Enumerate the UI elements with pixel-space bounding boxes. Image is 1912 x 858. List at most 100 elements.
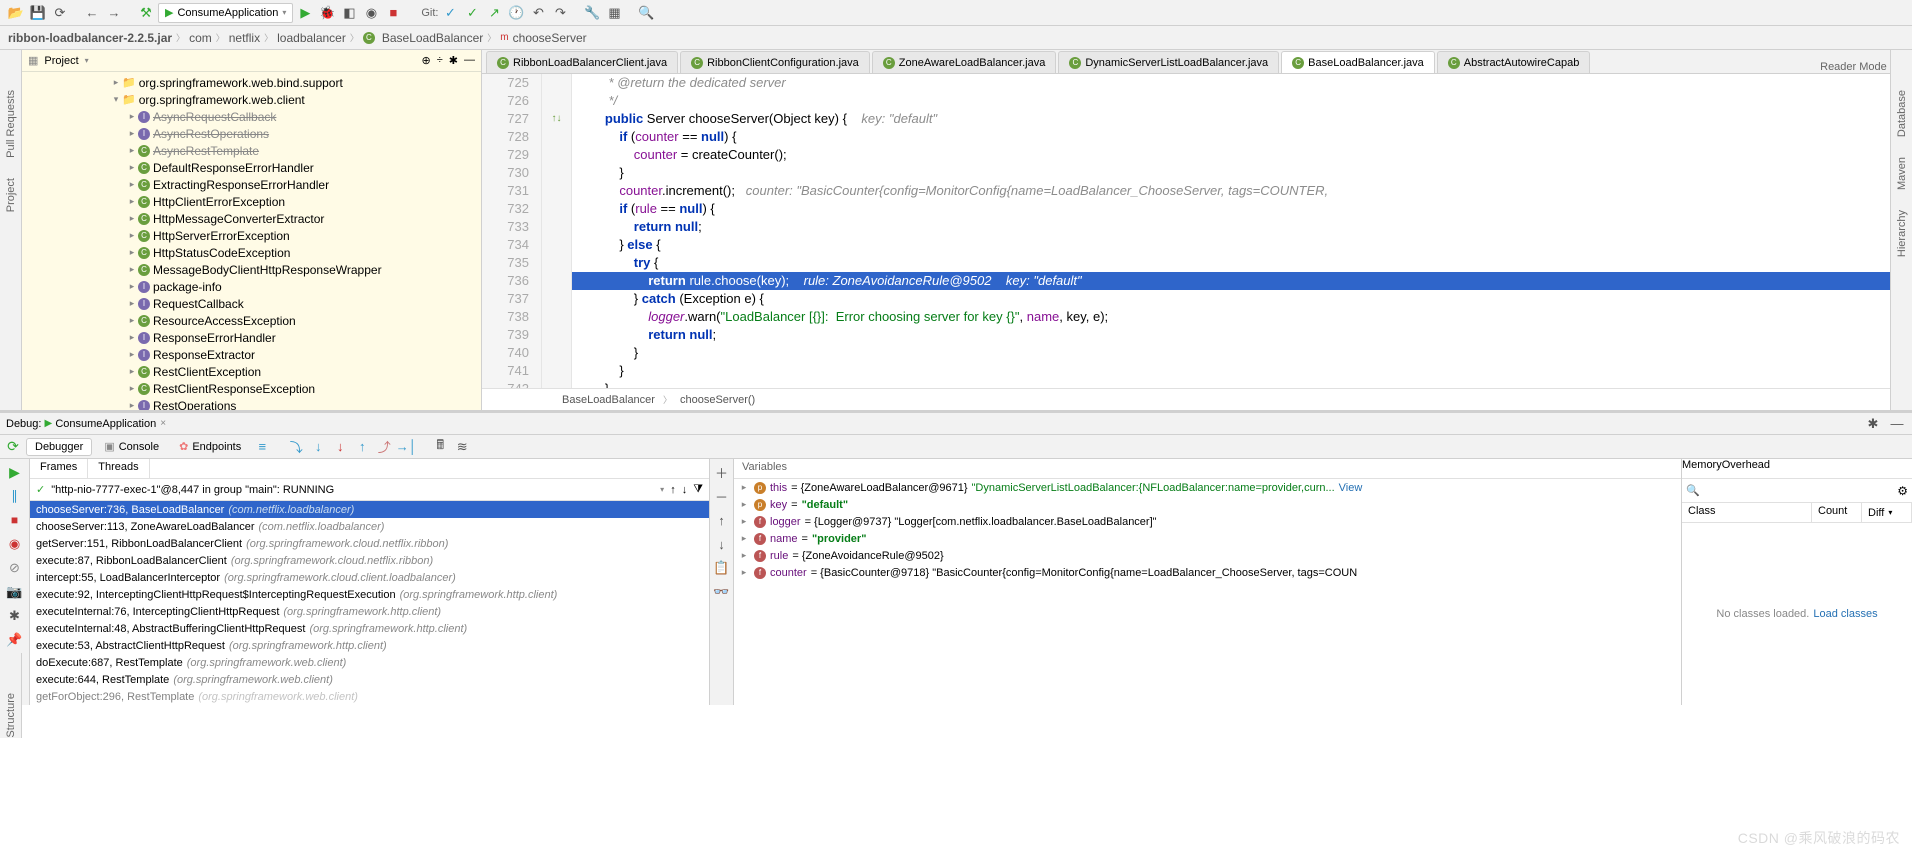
up-watch-icon[interactable]: ↑ — [713, 511, 731, 529]
project-collapse-icon[interactable]: ÷ — [437, 54, 443, 67]
tab-memory[interactable]: Memory — [1682, 459, 1722, 478]
variable-row[interactable]: ▸f name = "provider" — [734, 530, 1681, 547]
frames-list[interactable]: chooseServer:736, BaseLoadBalancer(com.n… — [30, 501, 709, 705]
subtab-frames[interactable]: Frames — [30, 459, 88, 478]
bc-3[interactable]: loadbalancer — [277, 31, 346, 45]
debug-settings-icon[interactable]: ✱ — [1864, 415, 1882, 433]
frame-row[interactable]: execute:644, RestTemplate(org.springfram… — [30, 671, 709, 688]
run-icon[interactable]: ▶ — [295, 3, 315, 23]
copy-watch-icon[interactable]: 📋 — [713, 559, 731, 577]
editor-tab[interactable]: CRibbonClientConfiguration.java — [680, 51, 870, 73]
tab-debugger[interactable]: Debugger — [26, 438, 92, 456]
project-settings-icon[interactable]: ✱ — [449, 54, 458, 67]
frame-row[interactable]: doExecute:687, RestTemplate(org.springfr… — [30, 654, 709, 671]
variable-row[interactable]: ▸f counter = {BasicCounter@9718} "BasicC… — [734, 564, 1681, 581]
show-watches-icon[interactable]: 👓 — [713, 583, 731, 601]
chevron-down-icon[interactable]: ▾ — [660, 485, 664, 494]
rail-project[interactable]: Project — [5, 178, 17, 212]
debug-hide-icon[interactable]: — — [1888, 415, 1906, 433]
thread-selector[interactable]: ✓ "http-nio-7777-exec-1"@8,447 in group … — [30, 479, 709, 501]
tree-item[interactable]: ▸Ipackage-info — [22, 278, 481, 295]
tree-item[interactable]: ▸IAsyncRequestCallback — [22, 108, 481, 125]
build-icon[interactable]: ⚒ — [136, 3, 156, 23]
git-history-icon[interactable]: 🕐 — [507, 3, 527, 23]
editor-tab[interactable]: CRibbonLoadBalancerClient.java — [486, 51, 678, 73]
memory-filter-icon[interactable]: ⚙ — [1897, 484, 1908, 498]
frame-row[interactable]: execute:92, InterceptingClientHttpReques… — [30, 586, 709, 603]
rail-database[interactable]: Database — [1896, 90, 1908, 137]
pause-icon[interactable]: ∥ — [6, 487, 24, 505]
debug-more-icon[interactable]: ✱ — [6, 607, 24, 625]
run-config-combo[interactable]: ▶ ConsumeApplication ▾ — [158, 3, 293, 23]
editor-tab[interactable]: CZoneAwareLoadBalancer.java — [872, 51, 1057, 73]
back-icon[interactable]: ← — [82, 3, 102, 23]
variable-row[interactable]: ▸f rule = {ZoneAvoidanceRule@9502} — [734, 547, 1681, 564]
prev-frame-icon[interactable]: ↑ — [670, 484, 676, 496]
evaluate-icon[interactable]: 🖩 — [431, 438, 449, 456]
next-frame-icon[interactable]: ↓ — [682, 484, 688, 496]
resume-icon[interactable]: ▶ — [6, 463, 24, 481]
tree-item[interactable]: ▸CRestClientResponseException — [22, 380, 481, 397]
tree-item[interactable]: ▸IRequestCallback — [22, 295, 481, 312]
thread-dump-icon[interactable]: ≡ — [253, 438, 271, 456]
project-hide-icon[interactable]: — — [464, 54, 475, 67]
rail-maven[interactable]: Maven — [1896, 157, 1908, 190]
variables-list[interactable]: ▸p this = {ZoneAwareLoadBalancer@9671} "… — [734, 479, 1681, 705]
git-rollback-icon[interactable]: ↶ — [529, 3, 549, 23]
filter-frames-icon[interactable]: ⧩ — [693, 483, 703, 496]
git-revert-icon[interactable]: ↷ — [551, 3, 571, 23]
open-icon[interactable]: 📂 — [6, 3, 26, 23]
stop-debug-icon[interactable]: ■ — [6, 511, 24, 529]
col-count[interactable]: Count — [1812, 503, 1862, 522]
rail-structure[interactable]: Structure — [5, 693, 17, 738]
bc-5[interactable]: chooseServer — [513, 31, 587, 45]
tree-item[interactable]: ▸CDefaultResponseErrorHandler — [22, 159, 481, 176]
editor-tab[interactable]: CDynamicServerListLoadBalancer.java — [1058, 51, 1279, 73]
tree-package[interactable]: ▸📁org.springframework.web.bind.support — [22, 74, 481, 91]
debug-config-name[interactable]: ConsumeApplication — [55, 418, 156, 430]
remove-watch-icon[interactable]: － — [713, 487, 731, 505]
tree-item[interactable]: ▸IRestOperations — [22, 397, 481, 410]
col-class[interactable]: Class — [1682, 503, 1812, 522]
tree-item[interactable]: ▸CHttpClientErrorException — [22, 193, 481, 210]
step-out-icon[interactable]: ↑ — [353, 438, 371, 456]
ed-foot-class[interactable]: BaseLoadBalancer — [562, 394, 655, 406]
tab-endpoints[interactable]: ✿Endpoints — [171, 438, 249, 455]
tab-console[interactable]: ▣Console — [96, 438, 167, 455]
frame-row[interactable]: execute:87, RibbonLoadBalancerClient(org… — [30, 552, 709, 569]
get-thread-dump-icon[interactable]: 📷 — [6, 583, 24, 601]
pin-tab-icon[interactable]: 📌 — [6, 631, 24, 649]
close-debug-tab-icon[interactable]: × — [160, 418, 166, 429]
tree-item[interactable]: ▸IResponseExtractor — [22, 346, 481, 363]
frame-row[interactable]: chooseServer:736, BaseLoadBalancer(com.n… — [30, 501, 709, 518]
memory-search[interactable]: 🔍 ⚙ — [1682, 479, 1912, 503]
stop-icon[interactable]: ■ — [383, 3, 403, 23]
git-update-icon[interactable]: ✓ — [441, 3, 461, 23]
tree-package[interactable]: ▾📁org.springframework.web.client — [22, 91, 481, 108]
editor-tab[interactable]: CBaseLoadBalancer.java — [1281, 51, 1435, 73]
frame-row[interactable]: intercept:55, LoadBalancerInterceptor(or… — [30, 569, 709, 586]
step-over-icon[interactable]: ⤵ — [287, 438, 305, 456]
tab-overhead[interactable]: Overhead — [1722, 459, 1770, 478]
bc-1[interactable]: com — [189, 31, 212, 45]
editor-body[interactable]: 7257267277287297307317327337347357367377… — [482, 74, 1912, 388]
bc-0[interactable]: ribbon-loadbalancer-2.2.5.jar — [8, 31, 172, 45]
tree-item[interactable]: ▸CHttpMessageConverterExtractor — [22, 210, 481, 227]
code-area[interactable]: * @return the dedicated server */ public… — [572, 74, 1912, 388]
rerun-icon[interactable]: ⟳ — [4, 438, 22, 456]
col-diff[interactable]: Diff▾ — [1862, 503, 1912, 522]
tree-item[interactable]: ▸IResponseErrorHandler — [22, 329, 481, 346]
bc-4[interactable]: BaseLoadBalancer — [382, 31, 483, 45]
variable-row[interactable]: ▸p this = {ZoneAwareLoadBalancer@9671} "… — [734, 479, 1681, 496]
new-watch-icon[interactable]: ＋ — [713, 463, 731, 481]
search-icon[interactable]: 🔍 — [637, 3, 657, 23]
mute-breakpoints-icon[interactable]: ⊘ — [6, 559, 24, 577]
rail-pull-requests[interactable]: Pull Requests — [5, 90, 17, 158]
subtab-threads[interactable]: Threads — [88, 459, 149, 478]
coverage-icon[interactable]: ◧ — [339, 3, 359, 23]
tree-item[interactable]: ▸CAsyncRestTemplate — [22, 142, 481, 159]
drop-frame-icon[interactable]: ⤴ — [375, 438, 393, 456]
variable-row[interactable]: ▸p key = "default" — [734, 496, 1681, 513]
editor-tab[interactable]: CAbstractAutowireCapab — [1437, 51, 1591, 73]
trace-icon[interactable]: ≋ — [453, 438, 471, 456]
